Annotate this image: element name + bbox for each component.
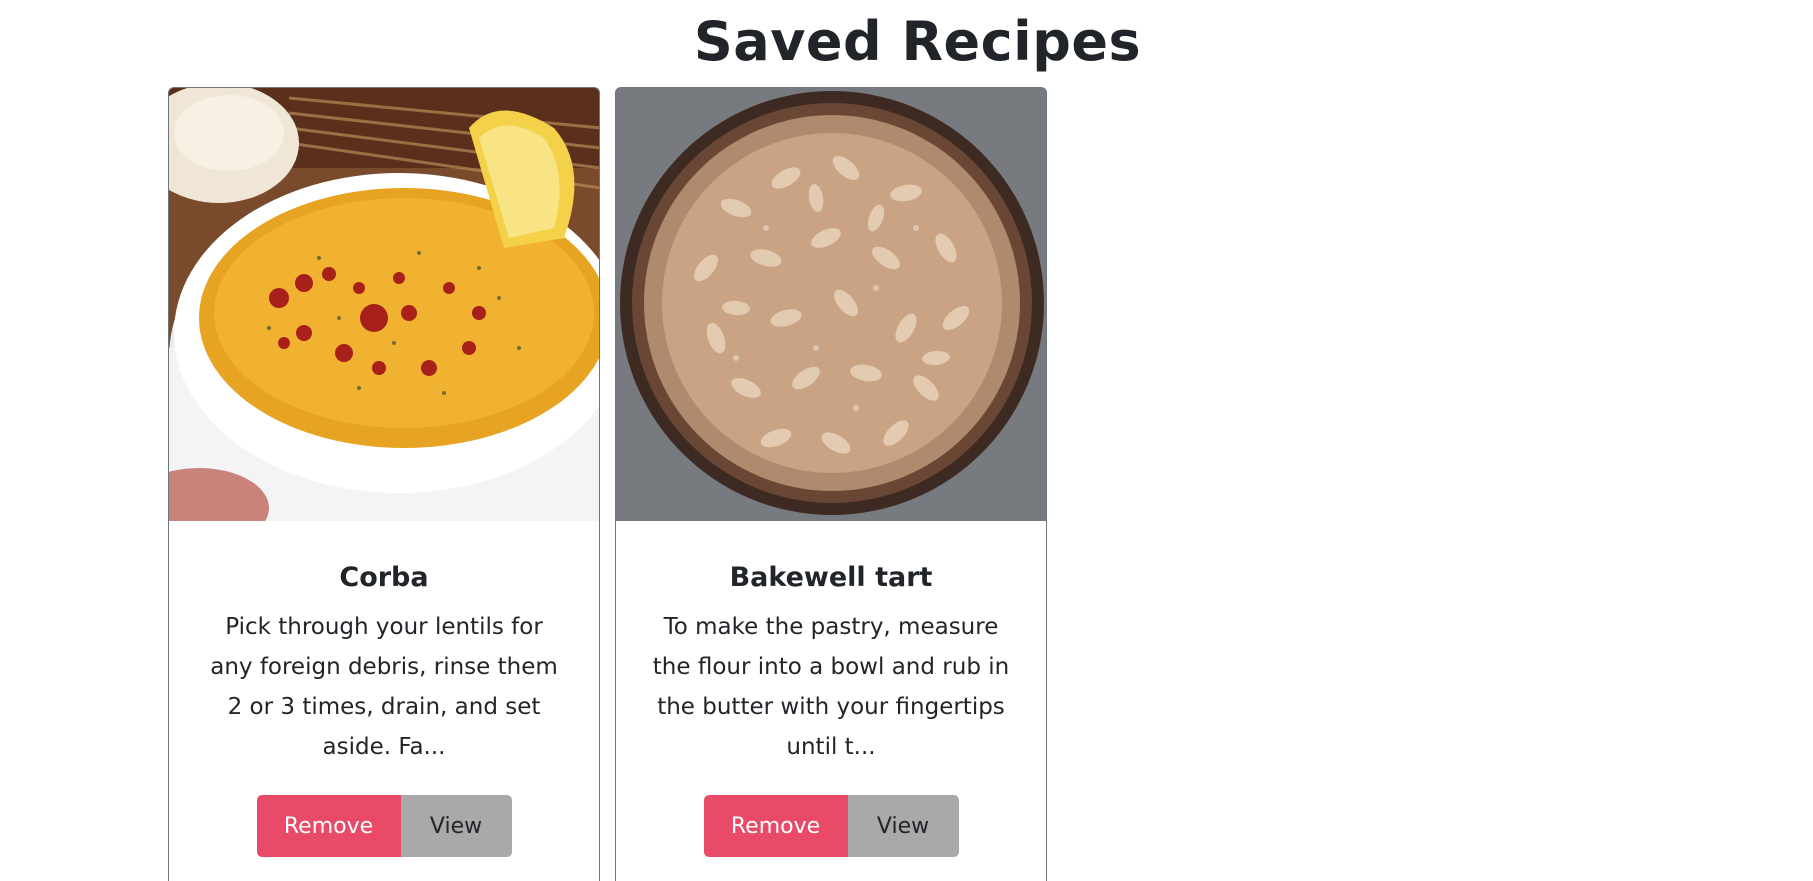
remove-button[interactable]: Remove <box>256 795 401 857</box>
remove-button[interactable]: Remove <box>703 795 848 857</box>
recipe-image <box>616 88 1046 521</box>
view-button[interactable]: View <box>400 795 512 857</box>
recipe-card: Corba Pick through your lentils for any … <box>168 87 600 881</box>
recipe-card-body: Corba Pick through your lentils for any … <box>169 561 599 857</box>
recipe-description: To make the pastry, measure the flour in… <box>652 614 1010 760</box>
recipe-image <box>169 88 599 521</box>
recipe-title: Bakewell tart <box>729 562 933 593</box>
recipe-actions: Remove View <box>703 795 959 857</box>
recipe-card-list: Corba Pick through your lentils for any … <box>168 87 1047 881</box>
recipe-description: Pick through your lentils for any foreig… <box>210 614 558 760</box>
view-button[interactable]: View <box>847 795 959 857</box>
saved-recipes-page: Saved Recipes Corba Pick through your le… <box>0 0 1813 881</box>
page-title: Saved Recipes <box>693 10 1142 73</box>
recipe-actions: Remove View <box>256 795 512 857</box>
recipe-card: Bakewell tart To make the pastry, measur… <box>615 87 1047 881</box>
recipe-title: Corba <box>339 562 429 593</box>
recipe-card-body: Bakewell tart To make the pastry, measur… <box>616 561 1046 857</box>
